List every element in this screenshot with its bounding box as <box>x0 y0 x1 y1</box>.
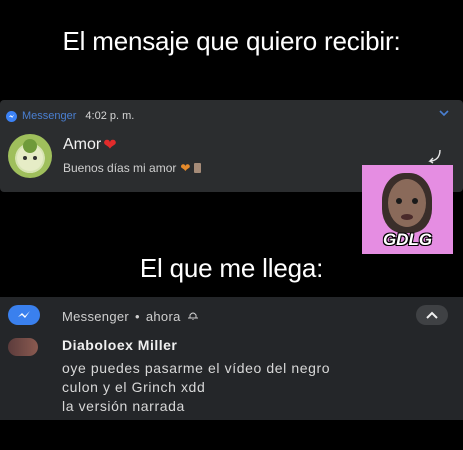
app-name: Messenger <box>62 309 130 324</box>
received-notification[interactable]: Messenger • ahora Diaboloex Miller oye p… <box>0 297 463 420</box>
separator: • <box>135 309 140 324</box>
bell-icon <box>187 310 199 323</box>
messenger-icon <box>8 305 40 325</box>
message-line: culon y el Grinch xdd <box>62 379 206 395</box>
app-name: Messenger <box>22 110 77 122</box>
notification-header: Messenger • ahora <box>62 309 199 324</box>
message-line: la versión narrada <box>62 398 185 414</box>
watermark: GDLG <box>362 165 453 254</box>
message-preview: oye puedes pasarme el vídeo del negro cu… <box>62 359 442 416</box>
face-image <box>382 173 432 233</box>
avatar <box>8 134 52 178</box>
caption-top: El mensaje que quiero recibir: <box>62 26 401 56</box>
chevron-down-icon[interactable] <box>439 108 449 120</box>
message-text: Buenos días mi amor <box>63 161 177 175</box>
reply-icon[interactable] <box>427 148 443 164</box>
coffee-icon <box>194 163 202 173</box>
messenger-icon <box>6 110 17 122</box>
orange-heart-icon: ❤ <box>180 161 191 175</box>
notification-time: ahora <box>145 309 181 324</box>
heart-icon: ❤ <box>103 137 117 154</box>
chevron-up-icon[interactable] <box>416 305 448 325</box>
caption-bottom: El que me llega: <box>139 253 324 283</box>
watermark-text: GDLG <box>382 230 433 249</box>
sender-name: Diaboloex Miller <box>62 337 178 353</box>
notification-time: 4:02 p. m. <box>85 110 135 122</box>
avatar <box>8 338 38 356</box>
message-preview: Buenos días mi amor ❤ <box>63 161 202 175</box>
sender-label: Amor <box>63 136 102 153</box>
message-line: oye puedes pasarme el vídeo del negro <box>62 360 331 376</box>
notification-header: Messenger 4:02 p. m. <box>6 109 134 123</box>
sender-name: Amor ❤ <box>63 135 117 155</box>
